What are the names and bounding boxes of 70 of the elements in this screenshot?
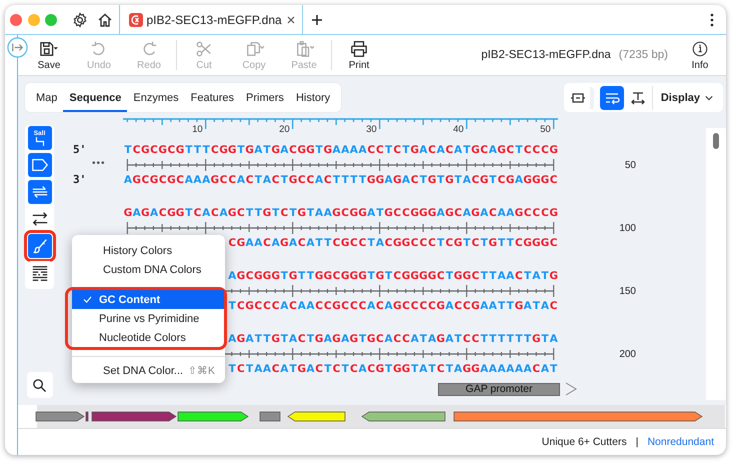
base-position: 150 (619, 286, 636, 296)
document-name: pIB2-SEC13-mEGFP.dna (481, 49, 611, 61)
swap-arrows-icon (30, 210, 48, 228)
toolbar-button[interactable]: Save (31, 40, 67, 70)
chevron-down-icon (705, 94, 713, 100)
ruler-label: 30 (366, 124, 377, 134)
menu-item[interactable]: Nucleotide Colors (72, 328, 224, 347)
feature-tool-button[interactable] (28, 153, 52, 177)
sequence-length: (7235 bp) (618, 49, 668, 61)
strand-end-label: 5' (72, 142, 88, 158)
sequence-strand: AGATTGTACTGAGAGTGCACCATAGATCCTTTTTTGTA (228, 332, 558, 347)
floppy-disk-icon (38, 40, 60, 58)
feature-annotation[interactable]: GAP promoter (438, 382, 560, 396)
sequence-strand: AGCGGGTGTTGGCGGGTGTCGGGGCTGGCTTAACTATG (228, 269, 558, 284)
wrap-view-button[interactable] (600, 86, 624, 110)
sequence-strand: AGCGCGCAAAGCCACTACTGCCACTTTTGGAGACTGTGTACGTCGAGGGC (124, 173, 558, 188)
status-link[interactable]: Nonredundant (647, 436, 714, 448)
menu-item[interactable]: GC Content (72, 290, 224, 309)
ruler-label: 40 (453, 124, 464, 134)
more-icon[interactable] (710, 12, 714, 26)
window-close-button[interactable] (10, 14, 22, 26)
info-button[interactable]: Info (682, 40, 718, 70)
view-tab[interactable]: Sequence (63, 83, 128, 112)
app-logo-icon (128, 12, 142, 26)
search-button[interactable] (26, 372, 52, 398)
base-position: 200 (619, 348, 636, 360)
printer-icon (348, 40, 370, 58)
menu-item[interactable]: Purine vs Pyrimidine (72, 309, 224, 328)
sequence-strand: TCGCGCGTTTCGGTGATGACGGTGAAAACCTCTGACACATGCAGCTCCCG (124, 143, 558, 158)
view-tab[interactable]: Primers (240, 83, 290, 112)
settings-icon[interactable] (72, 12, 88, 28)
brush-icon (30, 237, 48, 255)
menu-item[interactable]: History Colors (72, 241, 225, 260)
tab-title: pIB2-SEC13-mEGFP.dna (146, 12, 283, 26)
view-tab[interactable]: Map (30, 83, 64, 112)
feature-arrow[interactable] (178, 412, 249, 422)
more-indicator: ••• (91, 158, 107, 171)
feature-arrow[interactable] (361, 412, 446, 422)
tag-arrow-icon (30, 156, 48, 174)
sidebar-toggle-button[interactable] (7, 37, 28, 58)
feature-arrow[interactable] (287, 412, 346, 422)
view-tab[interactable]: History (290, 83, 336, 112)
ruler-label: 50 (540, 124, 551, 134)
menu-item[interactable]: Custom DNA Colors (72, 260, 225, 279)
sequence-strand: GAGACGGTCACAGCTTGTCTGTAAGCGGATGCCGGGAGCAGACAAGCCCG (124, 206, 558, 221)
status-text: Unique 6+ Cutters (542, 436, 627, 448)
feature-arrow[interactable] (92, 412, 177, 422)
ruler-label: 20 (279, 124, 290, 134)
toolbar-button[interactable]: Print (341, 40, 377, 70)
fit-width-icon (630, 90, 646, 106)
base-position: 50 (624, 160, 636, 170)
feature-arrow[interactable] (36, 412, 85, 422)
strand-end-label: 3' (72, 172, 88, 188)
home-icon[interactable] (96, 12, 112, 28)
search-icon (32, 378, 47, 392)
document-tab[interactable]: pIB2-SEC13-mEGFP.dna (118, 5, 302, 34)
base-position: 100 (619, 222, 636, 234)
view-tab[interactable]: Features (184, 83, 240, 112)
ruler-label: 10 (192, 124, 203, 134)
strands-tool-button[interactable] (28, 180, 52, 204)
sequence-strand: CGAACAGACATTCGCCTACGGCCCTCGTCTGTTCGGGC (228, 236, 558, 251)
new-tab-icon[interactable] (310, 14, 322, 26)
menu-item[interactable]: Set DNA Color... ⇧⌘K (72, 361, 225, 380)
sequence-strand: TCTAACATGACTCTCACGTGGTATCTAGGAAAAAACAT (228, 362, 558, 377)
view-tab[interactable]: Enzymes (127, 83, 185, 112)
close-icon[interactable] (286, 14, 296, 24)
status-separator: | (636, 436, 638, 448)
list-icon (30, 264, 48, 282)
scrollbar-thumb[interactable] (713, 133, 719, 149)
sequence-strand: TCGCCCACAACCGCCCACAGCCCCGACCGAATTGATAC (228, 299, 558, 314)
